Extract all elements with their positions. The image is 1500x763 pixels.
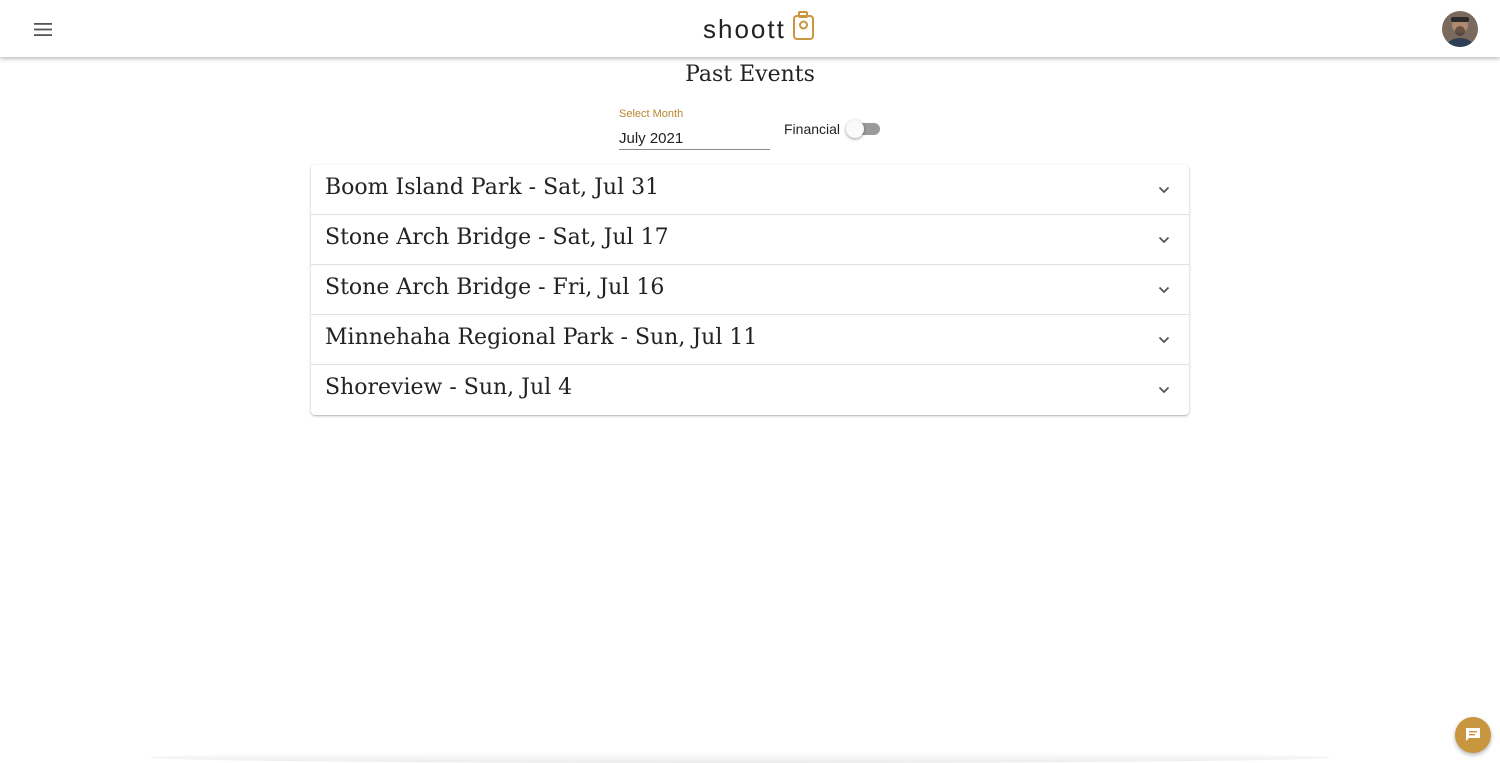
event-title: Stone Arch Bridge - Sat, Jul 17 (325, 225, 669, 250)
event-row[interactable]: Stone Arch Bridge - Fri, Jul 16 (311, 265, 1189, 315)
chevron-down-icon (1158, 236, 1170, 244)
month-input[interactable] (619, 126, 770, 150)
chevron-down-icon (1158, 336, 1170, 344)
financial-label: Financial (784, 121, 841, 137)
financial-toggle[interactable] (846, 120, 882, 138)
event-row[interactable]: Boom Island Park - Sat, Jul 31 (311, 165, 1189, 215)
chat-button[interactable] (1455, 717, 1491, 753)
bottom-shadow (150, 752, 1330, 763)
chevron-down-icon (1158, 286, 1170, 294)
select-month-label: Select Month (619, 108, 684, 120)
shoott-logo[interactable]: shoott (703, 8, 823, 48)
event-row[interactable]: Shoreview - Sun, Jul 4 (311, 365, 1189, 415)
logo-text: shoott (703, 14, 786, 44)
page-title: Past Events (685, 62, 815, 87)
event-title: Boom Island Park - Sat, Jul 31 (325, 175, 660, 200)
toggle-thumb (846, 120, 864, 138)
select-month-field[interactable]: Select Month (619, 108, 770, 150)
chevron-down-icon (1158, 186, 1170, 194)
user-avatar-image (1442, 11, 1478, 47)
chat-icon (1466, 728, 1480, 741)
event-title: Stone Arch Bridge - Fri, Jul 16 (325, 275, 665, 300)
events-list: Boom Island Park - Sat, Jul 31 Stone Arc… (311, 165, 1189, 415)
event-title: Minnehaha Regional Park - Sun, Jul 11 (325, 325, 758, 350)
top-app-bar: shoott (0, 0, 1500, 57)
chevron-down-icon (1158, 386, 1170, 394)
event-row[interactable]: Minnehaha Regional Park - Sun, Jul 11 (311, 315, 1189, 365)
event-row[interactable]: Stone Arch Bridge - Sat, Jul 17 (311, 215, 1189, 265)
avatar[interactable] (1442, 11, 1478, 47)
hamburger-menu-icon (34, 22, 52, 36)
event-title: Shoreview - Sun, Jul 4 (325, 375, 573, 400)
menu-button[interactable] (28, 14, 58, 44)
camera-icon (793, 11, 814, 40)
